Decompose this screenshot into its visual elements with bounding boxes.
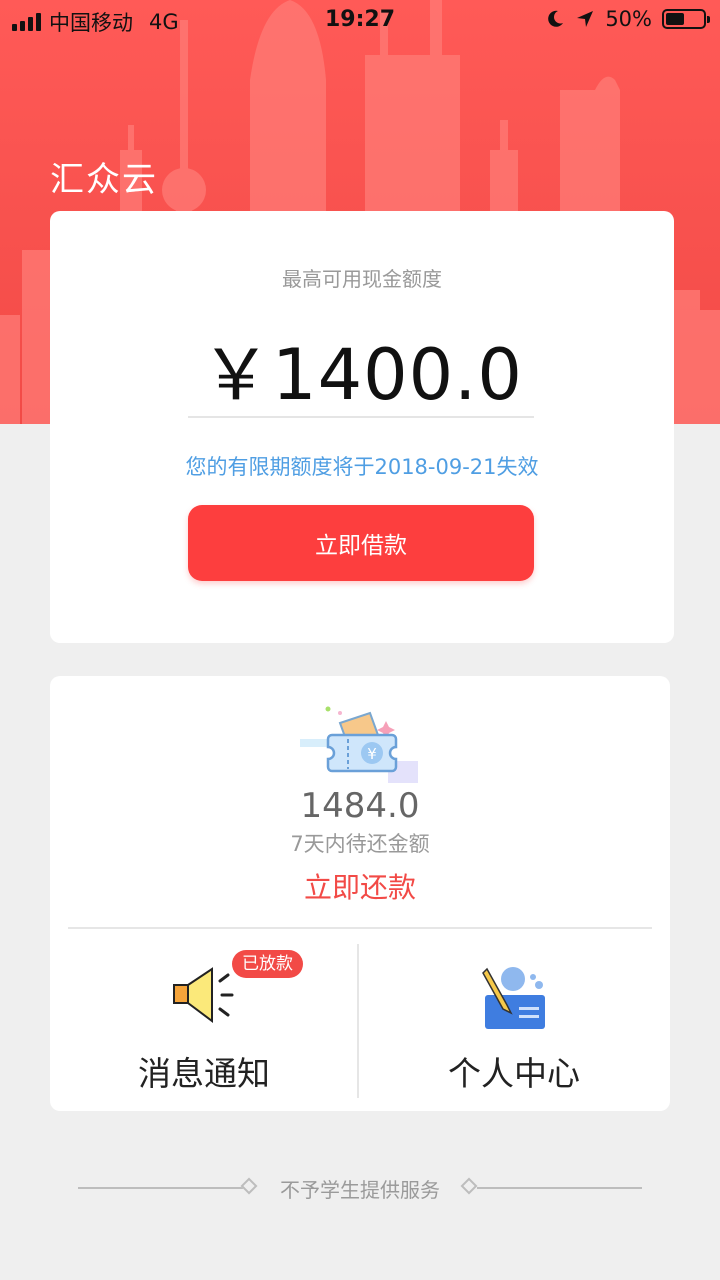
speaker-icon: [173, 967, 234, 1023]
repay-label: 7天内待还金额: [290, 832, 430, 856]
repay-now-button[interactable]: 立即还款: [50, 866, 670, 906]
location-arrow-icon: [577, 11, 594, 27]
credit-card: 最高可用现金额度 ￥1400.0 您的有限期额度将于2018-09-21失效 立…: [50, 211, 674, 643]
repay-amount: 1484.0: [300, 786, 420, 826]
svg-text:¥: ¥: [367, 745, 377, 763]
user-profile-icon: [482, 967, 545, 1029]
footer-line-right: [477, 1187, 642, 1189]
divider: [188, 416, 534, 418]
credit-limit-amount: ￥1400.0: [201, 334, 523, 416]
messages-tile[interactable]: 已放款 消息通知: [50, 929, 358, 1111]
battery-icon: [662, 9, 710, 29]
repay-card: ¥ 1484.0 7天内待还金额 立即还款 已放款 消息通知 个人中心: [50, 676, 670, 1111]
moon-icon: [548, 10, 564, 27]
wallet-coupon-icon: ¥: [300, 706, 418, 783]
profile-label: 个人中心: [448, 1054, 580, 1093]
expire-note: 您的有限期额度将于2018-09-21失效: [185, 455, 539, 479]
credit-limit-label: 最高可用现金额度: [282, 267, 442, 291]
app-title: 汇众云: [50, 160, 158, 200]
battery-percent: 50%: [605, 7, 652, 31]
messages-label: 消息通知: [138, 1054, 270, 1093]
footer-notice: 不予学生提供服务: [0, 1170, 720, 1206]
status-bar: 中国移动 4G 19:27 50%: [0, 0, 720, 40]
profile-tile[interactable]: 个人中心: [360, 929, 668, 1111]
borrow-now-button[interactable]: 立即借款: [188, 505, 534, 581]
status-badge: 已放款: [232, 950, 303, 978]
